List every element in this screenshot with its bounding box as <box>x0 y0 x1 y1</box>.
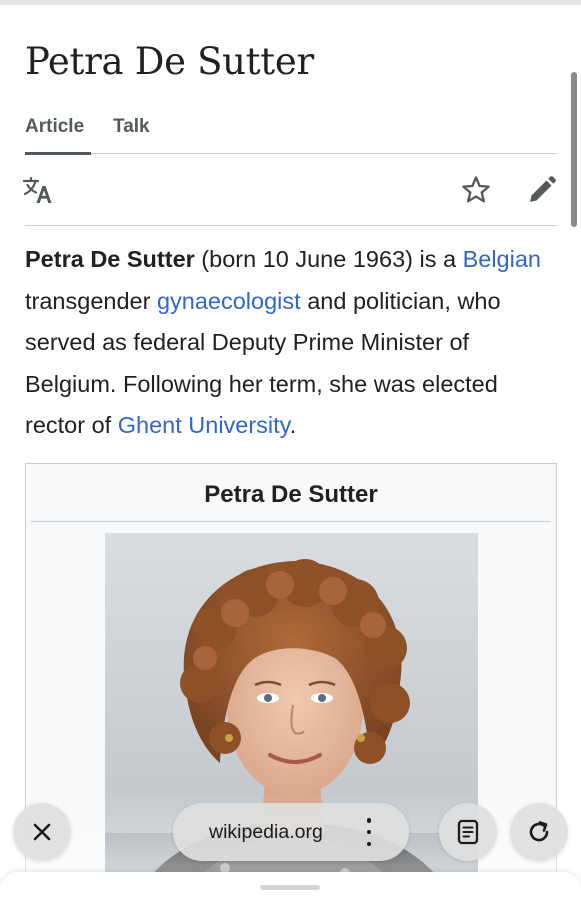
intro-text: . <box>289 412 297 438</box>
url-text[interactable]: wikipedia.org <box>209 803 323 861</box>
link-ghent-university[interactable]: Ghent University <box>118 412 290 438</box>
reader-mode-icon <box>457 819 479 845</box>
intro-text: (born 10 June 1963) is a <box>194 246 463 272</box>
link-belgian[interactable]: Belgian <box>463 246 541 272</box>
close-icon <box>33 823 51 841</box>
address-bar[interactable]: wikipedia.org <box>173 803 409 861</box>
sheet-grabber-handle[interactable] <box>260 885 320 890</box>
link-gynaecologist[interactable]: gynaecologist <box>157 288 301 314</box>
tab-talk[interactable]: Talk <box>113 116 150 138</box>
close-tab-button[interactable] <box>13 803 71 861</box>
bottom-sheet[interactable] <box>0 872 581 900</box>
subject-name: Petra De Sutter <box>25 246 195 272</box>
reader-mode-button[interactable] <box>439 803 497 861</box>
language-icon[interactable] <box>21 173 55 207</box>
intro-text: transgender <box>25 287 157 314</box>
edit-pencil-icon[interactable] <box>525 173 559 207</box>
page-title: Petra De Sutter <box>25 40 314 83</box>
tab-article[interactable]: Article <box>25 116 84 138</box>
reload-icon <box>529 821 549 842</box>
top-edge-rule <box>0 0 581 5</box>
article-intro: Petra De Sutter (born 10 June 1963) is a… <box>25 239 555 447</box>
infobox-title: Petra De Sutter <box>31 464 551 522</box>
star-icon[interactable] <box>459 173 493 207</box>
article-tabs: Article Talk <box>25 112 557 155</box>
page-scrollbar[interactable] <box>571 72 577 227</box>
reload-button[interactable] <box>510 803 568 861</box>
page-actions-toolbar <box>22 155 559 226</box>
more-vertical-icon[interactable] <box>359 818 379 846</box>
